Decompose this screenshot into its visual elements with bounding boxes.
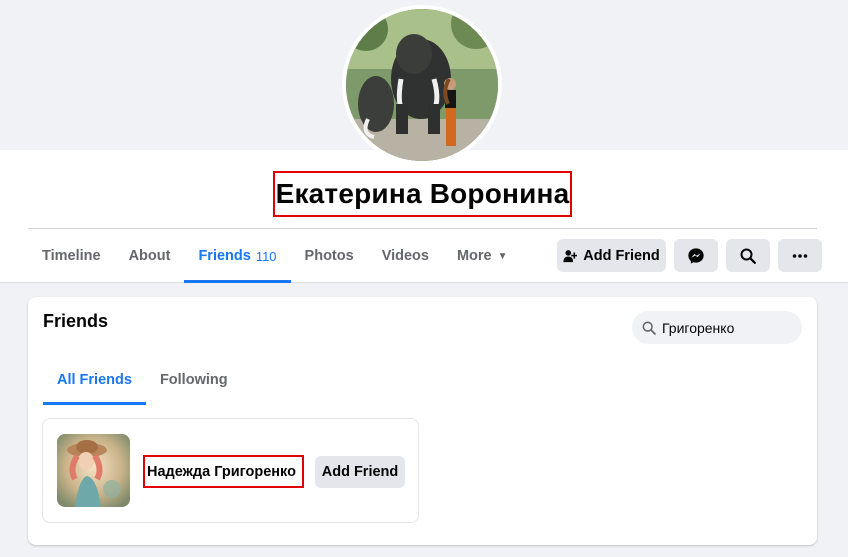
friends-search[interactable] <box>632 311 802 344</box>
search-icon <box>642 321 656 335</box>
tab-label: Friends <box>198 248 251 264</box>
friends-subtabs: All Friends Following <box>43 355 242 405</box>
friends-card: Friends All Friends Following <box>28 297 817 545</box>
profile-name-highlight: Екатерина Воронина <box>273 171 572 217</box>
more-options-button[interactable] <box>778 239 822 272</box>
friends-search-input[interactable] <box>662 319 792 336</box>
messenger-button[interactable] <box>674 239 718 272</box>
friend-name[interactable]: Надежда Григоренко <box>147 464 296 480</box>
friend-name-highlight: Надежда Григоренко <box>143 455 304 488</box>
tab-more[interactable]: More ▼ <box>443 229 522 283</box>
tab-label: More <box>456 248 492 264</box>
profile-name: Екатерина Воронина <box>275 178 570 209</box>
friend-add-button[interactable]: Add Friend <box>315 456 405 488</box>
tab-label: About <box>128 248 171 264</box>
caret-down-icon: ▼ <box>497 250 508 262</box>
tab-timeline[interactable]: Timeline <box>28 229 115 283</box>
tab-label: Photos <box>304 248 354 264</box>
add-friend-label: Add Friend <box>583 247 660 264</box>
profile-photo <box>346 9 498 161</box>
profile-actions: Add Friend <box>557 239 822 272</box>
search-icon <box>740 248 756 264</box>
subtab-label: All Friends <box>57 372 132 388</box>
subtab-following[interactable]: Following <box>146 355 242 405</box>
subtab-label: Following <box>159 372 228 388</box>
friends-count: 110 <box>255 248 277 264</box>
profile-avatar[interactable] <box>342 5 502 165</box>
tab-label: Videos <box>381 248 429 264</box>
tab-friends[interactable]: Friends 110 <box>184 229 291 283</box>
add-friend-icon <box>563 249 578 262</box>
add-friend-button[interactable]: Add Friend <box>557 239 666 272</box>
tab-videos[interactable]: Videos <box>368 229 443 283</box>
messenger-icon <box>688 247 704 264</box>
friend-list-item: Надежда Григоренко Add Friend <box>42 418 419 523</box>
subtab-all-friends[interactable]: All Friends <box>43 355 146 405</box>
search-button[interactable] <box>726 239 770 272</box>
tab-about[interactable]: About <box>115 229 185 283</box>
friend-avatar[interactable] <box>57 434 130 507</box>
friends-section-title: Friends <box>43 311 109 331</box>
tab-photos[interactable]: Photos <box>291 229 368 283</box>
profile-tabs: Timeline About Friends 110 Photos Videos… <box>28 229 522 283</box>
tab-label: Timeline <box>42 248 101 264</box>
more-dots-icon <box>792 253 808 258</box>
